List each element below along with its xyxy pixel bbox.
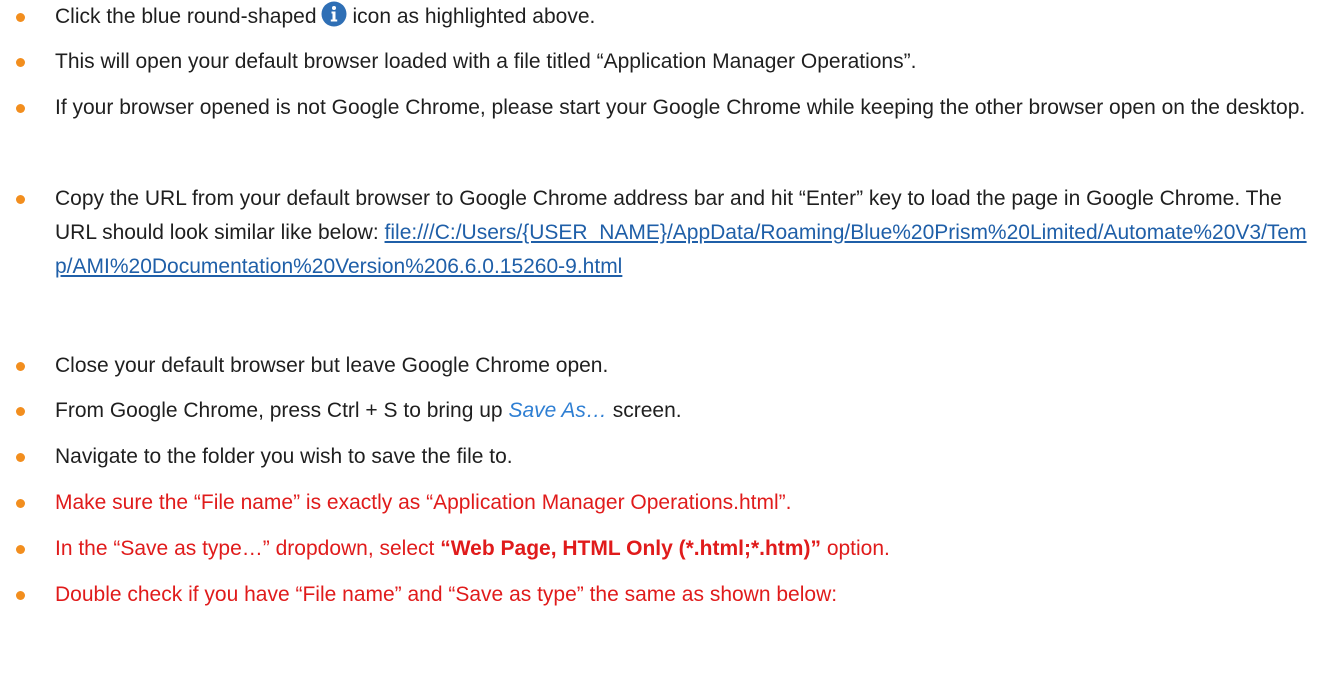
bullet-icon <box>16 362 25 371</box>
step-6-text-before: From Google Chrome, press Ctrl + S to br… <box>55 399 503 422</box>
list-item-step-7: Navigate to the folder you wish to save … <box>0 440 1331 474</box>
bullet-icon <box>16 499 25 508</box>
info-icon <box>321 1 346 27</box>
list-item-step-2: This will open your default browser load… <box>0 45 1331 79</box>
step-1-text-before: Click the blue round-shaped <box>55 5 317 28</box>
list-item-step-9: In the “Save as type…” dropdown, select … <box>0 532 1331 566</box>
save-as-emphasis: Save As… <box>508 399 607 422</box>
bullet-icon <box>16 545 25 554</box>
step-10-text: Double check if you have “File name” and… <box>55 583 838 606</box>
step-9-text-before: In the “Save as type…” dropdown, select <box>55 537 435 560</box>
bullet-icon <box>16 195 25 204</box>
step-9-text-after: option. <box>826 537 890 560</box>
step-8-text: Make sure the “File name” is exactly as … <box>55 491 792 514</box>
list-item-step-10: Double check if you have “File name” and… <box>0 578 1331 612</box>
list-item-step-5: Close your default browser but leave Goo… <box>0 349 1331 383</box>
bullet-icon <box>16 591 25 600</box>
bullet-icon <box>16 104 25 113</box>
bullet-icon <box>16 58 25 67</box>
instruction-document: Click the blue round-shaped icon as highl… <box>0 0 1331 673</box>
list-item-step-8: Make sure the “File name” is exactly as … <box>0 486 1331 520</box>
step-6-text-after: screen. <box>612 399 682 422</box>
step-7-text: Navigate to the folder you wish to save … <box>55 445 513 468</box>
bullet-icon <box>16 13 25 22</box>
step-3-text: If your browser opened is not Google Chr… <box>55 96 1306 119</box>
list-item-step-4: Copy the URL from your default browser t… <box>0 182 1331 284</box>
bullet-icon <box>16 453 25 462</box>
step-5-text: Close your default browser but leave Goo… <box>55 354 609 377</box>
step-2-text: This will open your default browser load… <box>55 50 917 73</box>
list-item-step-6: From Google Chrome, press Ctrl + S to br… <box>0 394 1331 428</box>
list-item-step-1: Click the blue round-shaped icon as highl… <box>0 0 1331 34</box>
list-item-step-3: If your browser opened is not Google Chr… <box>0 91 1331 125</box>
save-type-option: “Web Page, HTML Only (*.html;*.htm)” <box>440 537 821 560</box>
step-1-text-after: icon as highlighted above. <box>352 5 596 28</box>
bullet-icon <box>16 407 25 416</box>
